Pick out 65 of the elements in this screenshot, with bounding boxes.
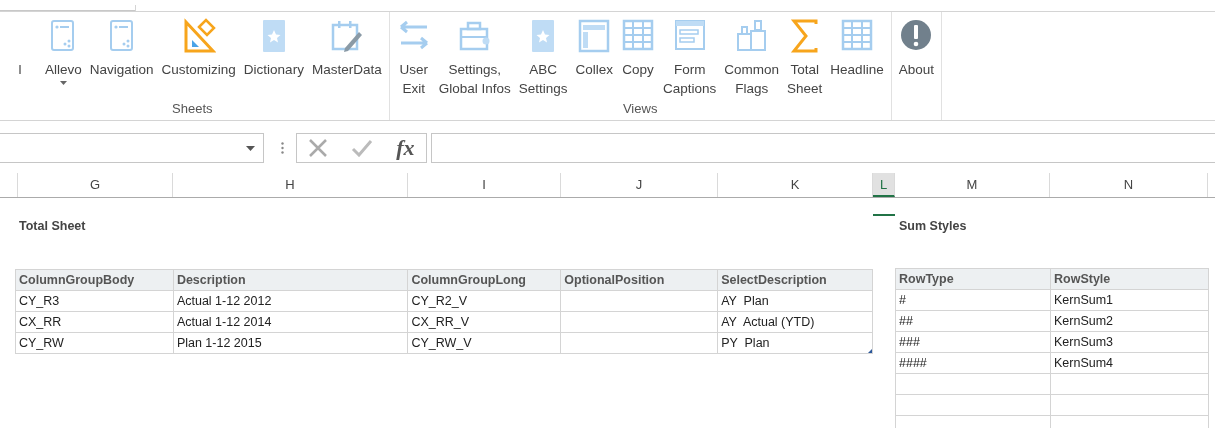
column-header[interactable]: N <box>1050 173 1208 197</box>
table-cell: Actual 1-12 2014 <box>173 311 408 333</box>
table-header: OptionalPosition <box>560 269 718 291</box>
ribbon-button[interactable]: Copy <box>618 18 658 79</box>
ribbon-button[interactable]: Total Sheet <box>784 18 826 98</box>
table-header: Description <box>173 269 408 291</box>
column-header[interactable]: I <box>408 173 561 197</box>
ribbon-button[interactable]: Settings, Global Infos <box>435 18 514 98</box>
caret-icon <box>246 145 255 151</box>
table-header: RowType <box>895 268 1051 290</box>
close-icon[interactable] <box>308 138 329 158</box>
group-label: Sheets <box>171 101 214 118</box>
ribbon-button[interactable]: Collex <box>572 18 616 79</box>
table-cell: # <box>895 289 1051 311</box>
ribbon-button[interactable]: Common Flags <box>721 18 783 98</box>
boxes-icon <box>734 18 769 54</box>
table-header: ColumnGroupLong <box>407 269 561 291</box>
table-header: RowStyle <box>1050 268 1209 290</box>
table-cell: Actual 1-12 2012 <box>173 290 408 312</box>
name-box[interactable] <box>0 133 264 163</box>
column-header[interactable]: J <box>561 173 718 197</box>
calendar-pencil-icon <box>329 18 364 54</box>
formula-input[interactable] <box>431 133 1215 163</box>
group-label: Views <box>621 101 659 118</box>
column-header[interactable]: M <box>895 173 1050 197</box>
ribbon-button[interactable]: Navigation <box>86 18 157 79</box>
ribbon-button[interactable]: About <box>895 18 937 79</box>
table-cell: #### <box>895 352 1051 374</box>
ribbon-button[interactable]: Headline <box>827 18 887 79</box>
ribbon-button[interactable]: Form Captions <box>660 18 720 98</box>
table-cell: KernSum4 <box>1050 352 1209 374</box>
column-header[interactable]: H <box>173 173 408 197</box>
table-cell: CY_R2_V <box>407 290 561 312</box>
table-cell: CY_RW_V <box>407 332 561 354</box>
ribbon-button[interactable]: l <box>0 18 40 79</box>
table-cell: AY Actual (YTD) <box>717 311 873 333</box>
section-title: Total Sheet <box>18 218 87 235</box>
ribbon-button[interactable]: MasterData <box>308 18 385 79</box>
window-panel-icon <box>577 18 612 54</box>
ribbon-button[interactable]: ABC Settings <box>515 18 571 98</box>
table-header: ColumnGroupBody <box>15 269 174 291</box>
check-icon[interactable] <box>351 139 374 157</box>
table-cell: CY_RW <box>15 332 174 354</box>
table-cell: PY Plan <box>717 332 873 354</box>
table-cell: ### <box>895 331 1051 353</box>
table-cell: KernSum2 <box>1050 310 1209 332</box>
ribbon-button[interactable]: Dictionary <box>240 18 307 79</box>
column-header[interactable]: G <box>18 173 173 197</box>
column-header[interactable]: L <box>873 173 895 197</box>
table-cell: AY Plan <box>717 290 873 312</box>
table-cell: CY_R3 <box>15 290 174 312</box>
table-cell: KernSum1 <box>1050 289 1209 311</box>
table-cell: CX_RR_V <box>407 311 561 333</box>
table-cell: Plan 1-12 2015 <box>173 332 408 354</box>
insert-function-button[interactable]: fx <box>396 135 415 161</box>
resize-handle-icon[interactable] <box>868 349 872 353</box>
table-cell: ## <box>895 310 1051 332</box>
section-title: Sum Styles <box>899 218 968 235</box>
table-cell: KernSum3 <box>1050 331 1209 353</box>
grip-icon <box>281 142 284 154</box>
ribbon-button[interactable]: Allevo <box>42 18 85 85</box>
table-cell: CX_RR <box>15 311 174 333</box>
ribbon-button[interactable]: Customizing <box>158 18 239 79</box>
ribbon-button[interactable]: User Exit <box>393 18 434 98</box>
table-header: SelectDescription <box>717 269 873 291</box>
